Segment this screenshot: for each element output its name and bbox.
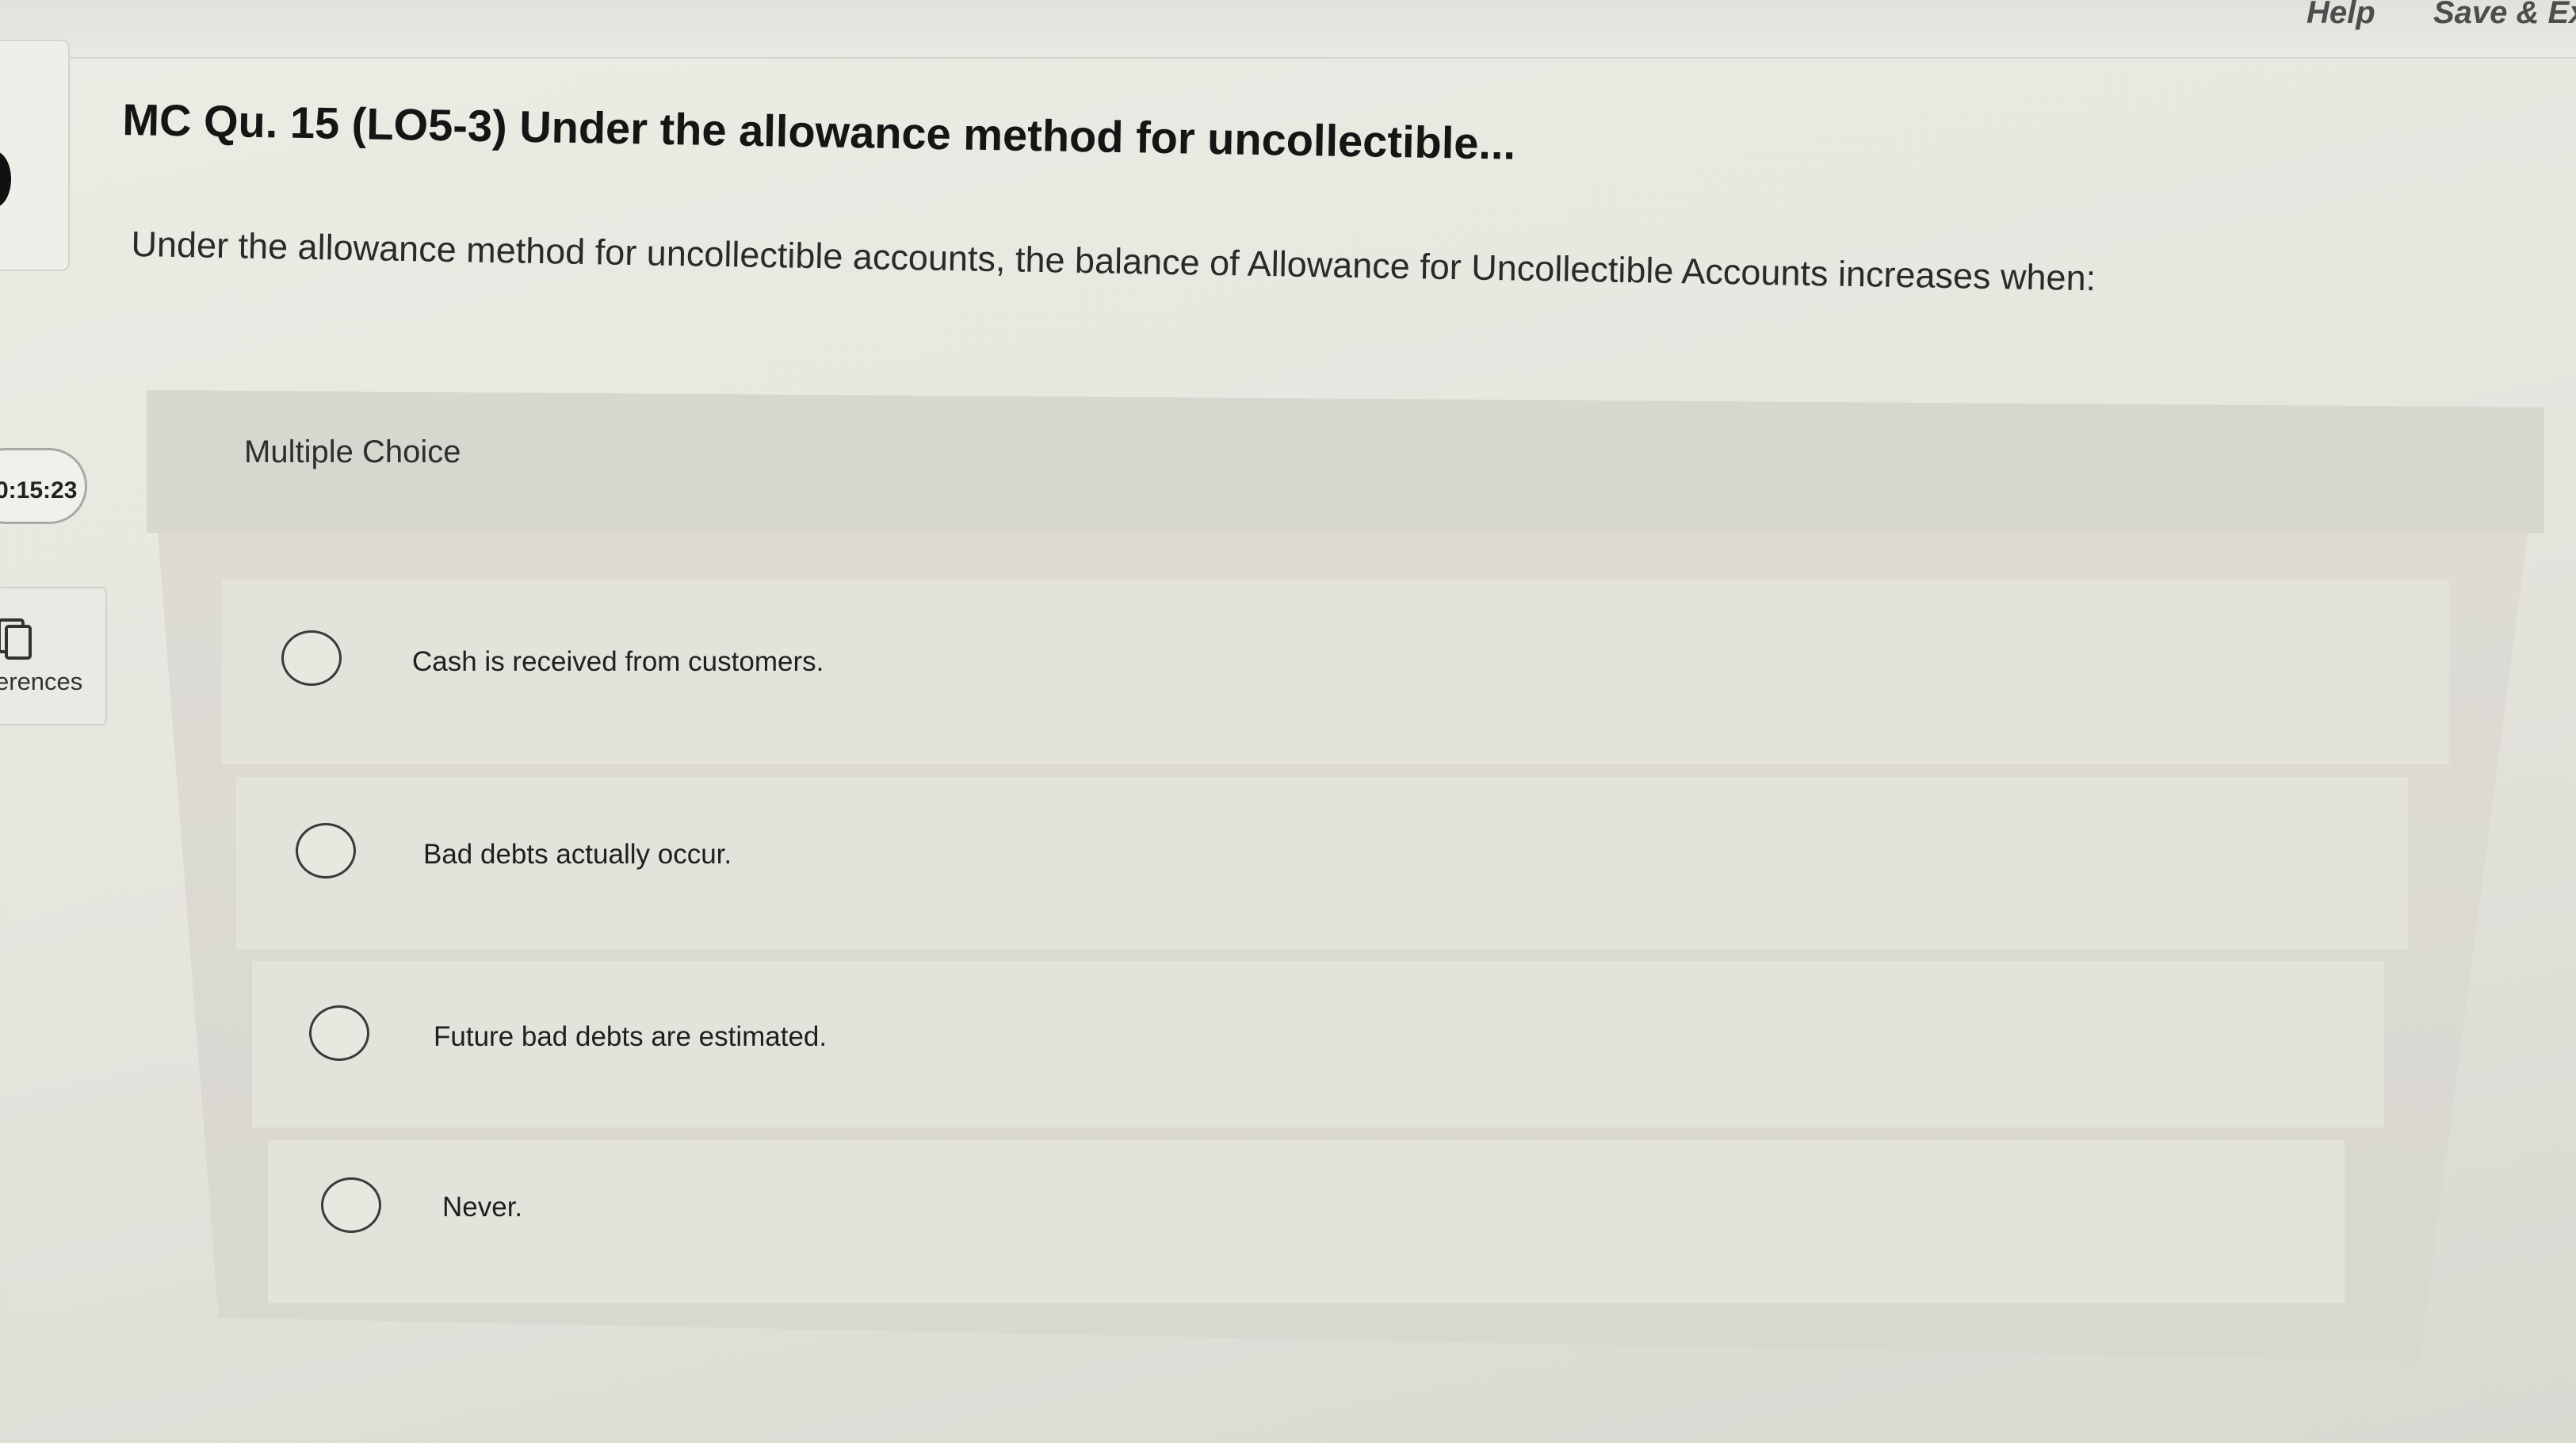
option-label-3[interactable]: Future bad debts are estimated. (434, 1021, 827, 1053)
question-text: Under the allowance method for uncollect… (131, 224, 2096, 299)
answer-option-4[interactable] (268, 1140, 2345, 1303)
multiple-choice-header (147, 390, 2544, 533)
option-label-4[interactable]: Never. (442, 1192, 522, 1223)
radio-button-option-2[interactable] (296, 823, 356, 878)
multiple-choice-label: Multiple Choice (244, 434, 461, 469)
help-link[interactable]: Help (2307, 0, 2375, 31)
references-label: erences (0, 668, 83, 695)
timer-value: 0:15:23 (0, 477, 78, 503)
radio-button-option-1[interactable] (281, 630, 342, 686)
question-navigator-card[interactable] (0, 40, 70, 271)
radio-button-option-4[interactable] (321, 1177, 381, 1233)
references-icon (0, 618, 32, 660)
save-and-exit-link[interactable]: Save & Ex (2433, 0, 2576, 31)
question-title: MC Qu. 15 (LO5-3) Under the allowance me… (121, 94, 1516, 169)
option-label-1[interactable]: Cash is received from customers. (412, 646, 824, 678)
option-label-2[interactable]: Bad debts actually occur. (423, 839, 732, 871)
radio-button-option-3[interactable] (309, 1005, 369, 1061)
top-bar (0, 0, 2576, 59)
